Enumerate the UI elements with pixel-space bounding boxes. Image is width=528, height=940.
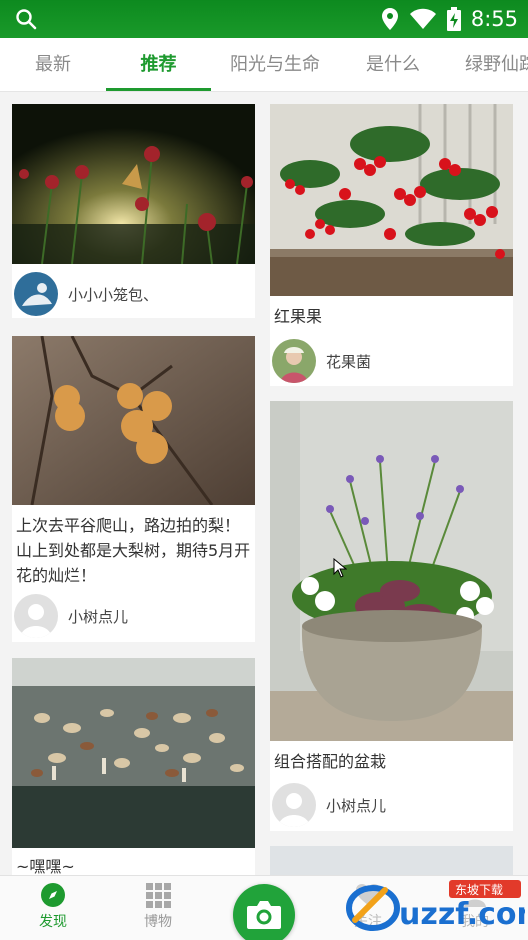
post-image (270, 104, 513, 296)
cursor-icon (333, 558, 347, 578)
post-image (270, 401, 513, 741)
camera-button[interactable] (233, 884, 295, 940)
post-image (12, 104, 255, 264)
nav-discover[interactable]: 发现 (13, 882, 93, 931)
tab-recommended[interactable]: 推荐 (106, 38, 211, 91)
post-author[interactable]: 小树点儿 (14, 594, 128, 638)
tab-latest[interactable]: 最新 (0, 38, 106, 91)
avatar (272, 339, 316, 383)
post-author[interactable]: 小树点儿 (272, 783, 386, 827)
post-card[interactable]: 上次去平谷爬山，路边拍的梨！山上到处都是大梨树，期待5月开花的灿烂！ 小树点儿 (12, 336, 255, 642)
nav-label: 发现 (39, 914, 67, 930)
post-card[interactable]: 小小小笼包、 (12, 104, 255, 318)
post-image (12, 336, 255, 505)
compass-icon (41, 883, 65, 907)
status-bar: 8:55 (0, 0, 528, 38)
post-author[interactable]: 花果菌 (272, 339, 371, 383)
avatar (14, 594, 58, 638)
grid-icon (146, 883, 171, 908)
avatar (272, 783, 316, 827)
post-card[interactable] (270, 846, 513, 875)
tab-what-is[interactable]: 是什么 (339, 38, 447, 91)
search-icon[interactable] (14, 7, 38, 31)
post-card[interactable]: 组合搭配的盆栽 小树点儿 (270, 401, 513, 831)
status-icons: 8:55 (381, 6, 518, 32)
clock: 8:55 (470, 7, 518, 31)
username: 花果菌 (326, 352, 372, 371)
avatar (14, 272, 58, 316)
post-title: 组合搭配的盆栽 (274, 752, 387, 771)
watermark: uzzf.com 东坡下载 (345, 876, 528, 936)
feed: 小小小笼包、 红果果 花果菌 上次去平谷爬山，路边拍的梨！山上到处都是大梨树，期… (0, 93, 528, 875)
watermark-tag: 东坡下载 (455, 883, 503, 897)
battery-icon (446, 7, 461, 31)
nav-museum[interactable]: 博物 (118, 882, 198, 931)
tab-green-field[interactable]: 绿野仙踪 (447, 38, 528, 91)
post-author[interactable]: 小小小笼包、 (14, 272, 158, 316)
category-tabs: 最新 推荐 阳光与生命 是什么 绿野仙踪 (0, 38, 528, 92)
watermark-brand: uzzf.com (399, 897, 525, 932)
uzzf-logo: uzzf.com 东坡下载 (346, 880, 528, 932)
camera-icon (247, 901, 281, 929)
username: 小树点儿 (326, 796, 387, 815)
post-image (12, 658, 255, 848)
location-icon (381, 8, 398, 30)
tab-sunlight-life[interactable]: 阳光与生命 (211, 38, 339, 91)
post-title: 上次去平谷爬山，路边拍的梨！山上到处都是大梨树，期待5月开花的灿烂！ (16, 516, 251, 585)
post-image (270, 846, 513, 875)
post-card[interactable]: ~嘿嘿~ (12, 658, 255, 875)
username: 小小小笼包、 (68, 285, 159, 304)
username: 小树点儿 (68, 607, 129, 626)
nav-label: 博物 (144, 914, 172, 930)
wifi-icon (409, 8, 436, 29)
post-title: ~嘿嘿~ (16, 857, 75, 875)
tab-indicator (106, 88, 211, 91)
post-title: 红果果 (274, 307, 323, 326)
post-card[interactable]: 红果果 花果菌 (270, 104, 513, 386)
